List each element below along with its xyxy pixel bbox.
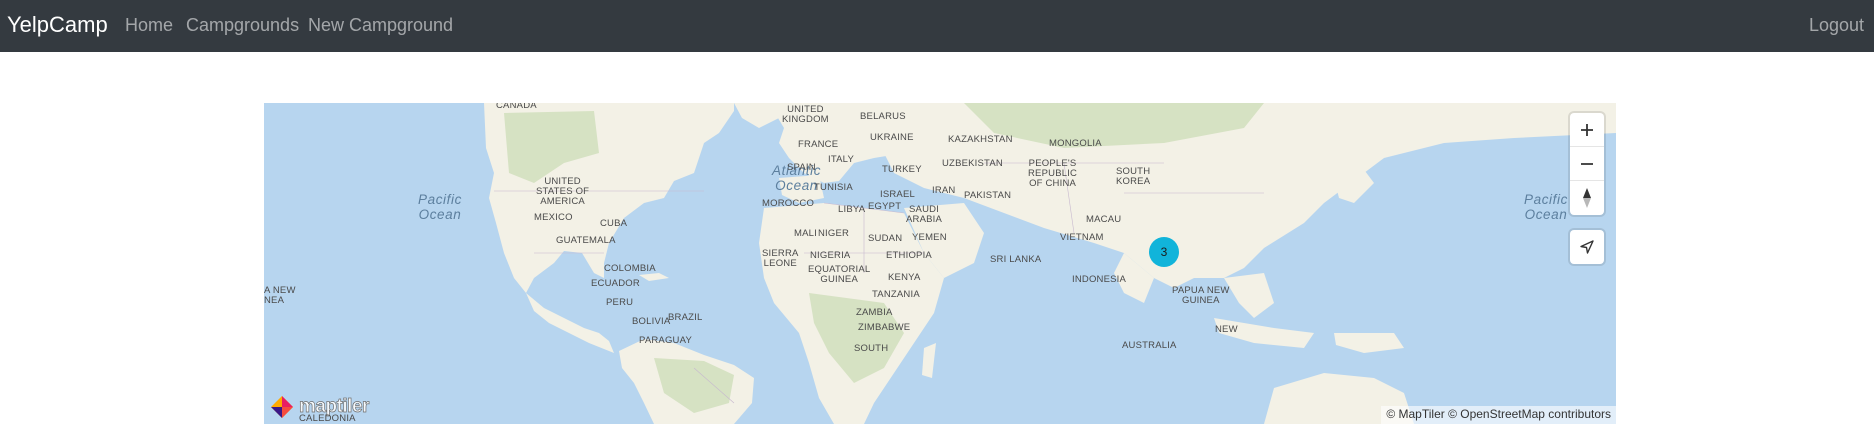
label-macau: MACAU: [1086, 214, 1122, 225]
label-belarus: BELARUS: [860, 111, 906, 122]
label-colombia: COLOMBIA: [604, 263, 656, 274]
label-uzbekistan: UZBEKISTAN: [942, 158, 1003, 169]
label-sudan: SUDAN: [868, 233, 903, 244]
label-usa: UNITED STATES OF AMERICA: [536, 176, 590, 207]
zoom-out-button[interactable]: [1570, 147, 1604, 181]
campground-cluster-marker[interactable]: 3: [1149, 237, 1179, 267]
label-france: FRANCE: [798, 139, 839, 150]
nav-campgrounds-link[interactable]: Campgrounds: [186, 14, 299, 36]
ocean-label-pacific-east: Pacific Ocean: [1524, 192, 1568, 222]
ocean-label-pacific-east-text: Pacific Ocean: [1524, 192, 1568, 222]
nav-new-campground-link[interactable]: New Campground: [308, 14, 453, 36]
compass-icon: [1583, 188, 1591, 208]
label-mongolia: MONGOLIA: [1049, 138, 1102, 149]
label-cuba: CUBA: [600, 218, 628, 229]
label-peru: PERU: [606, 297, 634, 308]
label-canada: CANADA: [496, 103, 537, 111]
map-navigation-control: [1570, 113, 1604, 215]
geolocate-button[interactable]: [1570, 230, 1604, 264]
nav-home-link[interactable]: Home: [125, 14, 173, 36]
label-paraguay: PARAGUAY: [639, 335, 692, 346]
navigation-arrow-icon: [1580, 240, 1594, 254]
plus-icon: [1581, 123, 1593, 136]
label-brazil: BRAZIL: [668, 312, 703, 323]
label-zambia: ZAMBIA: [856, 307, 893, 318]
label-equatorial-guinea: EQUATORIAL GUINEA: [808, 264, 871, 285]
label-kenya: KENYA: [888, 272, 921, 283]
logout-link[interactable]: Logout: [1809, 14, 1864, 36]
label-new: NEW: [1215, 324, 1238, 335]
label-indonesia: INDONESIA: [1072, 274, 1127, 285]
label-kazakhstan: KAZAKHSTAN: [948, 134, 1013, 145]
maptiler-attribution-link[interactable]: © MapTiler: [1386, 407, 1444, 421]
label-egypt: EGYPT: [868, 201, 902, 212]
label-ukraine: UKRAINE: [870, 132, 914, 143]
label-south: SOUTH: [854, 343, 889, 354]
label-turkey: TURKEY: [882, 164, 922, 175]
label-morocco: MOROCCO: [762, 198, 815, 209]
label-tunisia: TUNISIA: [814, 182, 853, 193]
cluster-count: 3: [1160, 245, 1168, 259]
label-tanzania: TANZANIA: [872, 289, 920, 300]
label-china: PEOPLE'S REPUBLIC OF CHINA: [1028, 158, 1078, 189]
label-pakistan: PAKISTAN: [964, 190, 1012, 201]
label-mali: MALI: [794, 228, 817, 239]
label-niger: NIGER: [818, 228, 850, 239]
label-sierra-leone: SIERRA LEONE: [762, 248, 799, 269]
maptiler-logo-icon: [271, 396, 293, 418]
label-libya: LIBYA: [838, 204, 866, 215]
label-papua-new-guinea: PAPUA NEW GUINEA: [1172, 285, 1230, 306]
label-sri-lanka: SRI LANKA: [990, 254, 1042, 265]
label-uk: UNITED KINGDOM: [782, 104, 829, 125]
label-bolivia: BOLIVIA: [632, 316, 671, 327]
label-saudi-arabia: SAUDI ARABIA: [906, 204, 943, 225]
map-attribution: © MapTiler © OpenStreetMap contributors: [1381, 406, 1616, 424]
label-iran: IRAN: [932, 185, 956, 196]
navbar: YelpCamp Home Campgrounds New Campground…: [0, 0, 1874, 52]
label-zimbabwe: ZIMBABWE: [858, 322, 911, 333]
label-guatemala: GUATEMALA: [556, 235, 616, 246]
brand-link[interactable]: YelpCamp: [7, 12, 108, 38]
cluster-map[interactable]: Pacific Ocean Atlantic Ocean Pacific Oce…: [264, 103, 1616, 424]
label-yemen: YEMEN: [912, 232, 947, 243]
ocean-label-pacific-west-text: Pacific Ocean: [418, 192, 462, 222]
label-israel: ISRAEL: [880, 189, 915, 200]
label-spain: SPAIN: [787, 162, 816, 173]
label-australia: AUSTRALIA: [1122, 340, 1177, 351]
zoom-in-button[interactable]: [1570, 113, 1604, 147]
label-mexico: MEXICO: [534, 212, 573, 223]
label-ethiopia: ETHIOPIA: [886, 250, 932, 261]
world-basemap: [264, 103, 1616, 424]
label-italy: ITALY: [828, 154, 854, 165]
minus-icon: [1581, 162, 1593, 165]
ocean-label-pacific-west: Pacific Ocean: [418, 192, 462, 222]
label-vietnam: VIETNAM: [1060, 232, 1104, 243]
label-south-korea: SOUTH KOREA: [1116, 166, 1151, 187]
label-papua-new-guinea-west: A NEW NEA: [264, 285, 296, 306]
label-caledonia: CALEDONIA: [299, 413, 356, 424]
osm-attribution-link[interactable]: © OpenStreetMap contributors: [1448, 407, 1611, 421]
label-nigeria: NIGERIA: [810, 250, 851, 261]
label-ecuador: ECUADOR: [591, 278, 640, 289]
reset-bearing-button[interactable]: [1570, 181, 1604, 215]
